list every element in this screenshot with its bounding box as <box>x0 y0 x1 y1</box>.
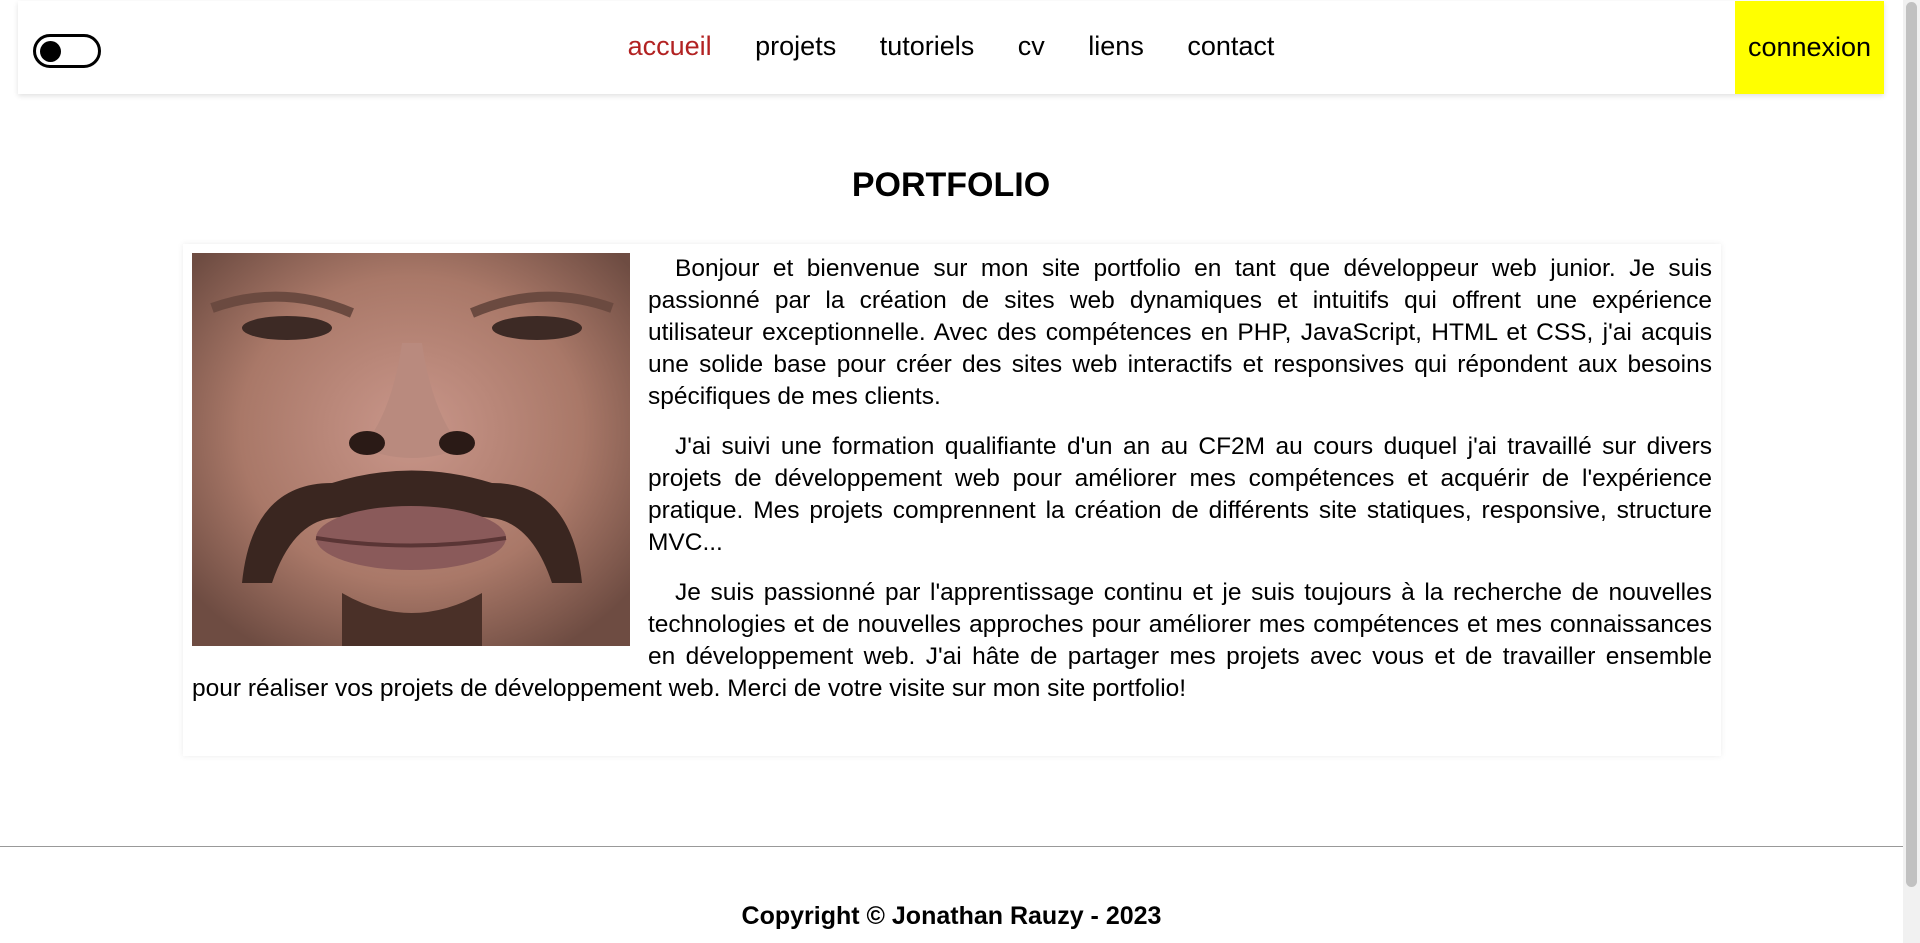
nav-cv[interactable]: cv <box>1018 31 1045 61</box>
nav-accueil[interactable]: accueil <box>628 31 712 61</box>
portfolio-card: Bonjour et bienvenue sur mon site portfo… <box>183 244 1721 756</box>
nav-links: accueil projets tutoriels cv liens conta… <box>18 31 1884 62</box>
vertical-scrollbar[interactable] <box>1903 0 1920 943</box>
scrollbar-thumb[interactable] <box>1906 2 1917 887</box>
footer-divider <box>0 846 1903 847</box>
nav-tutoriels[interactable]: tutoriels <box>880 31 975 61</box>
login-button[interactable]: connexion <box>1735 1 1884 94</box>
profile-photo <box>192 253 630 646</box>
nav-liens[interactable]: liens <box>1088 31 1144 61</box>
navbar: accueil projets tutoriels cv liens conta… <box>18 1 1884 94</box>
copyright: Copyright © Jonathan Rauzy - 2023 <box>741 902 1162 930</box>
nav-projets[interactable]: projets <box>755 31 836 61</box>
nav-contact[interactable]: contact <box>1187 31 1274 61</box>
page-title: PORTFOLIO <box>851 166 1051 204</box>
